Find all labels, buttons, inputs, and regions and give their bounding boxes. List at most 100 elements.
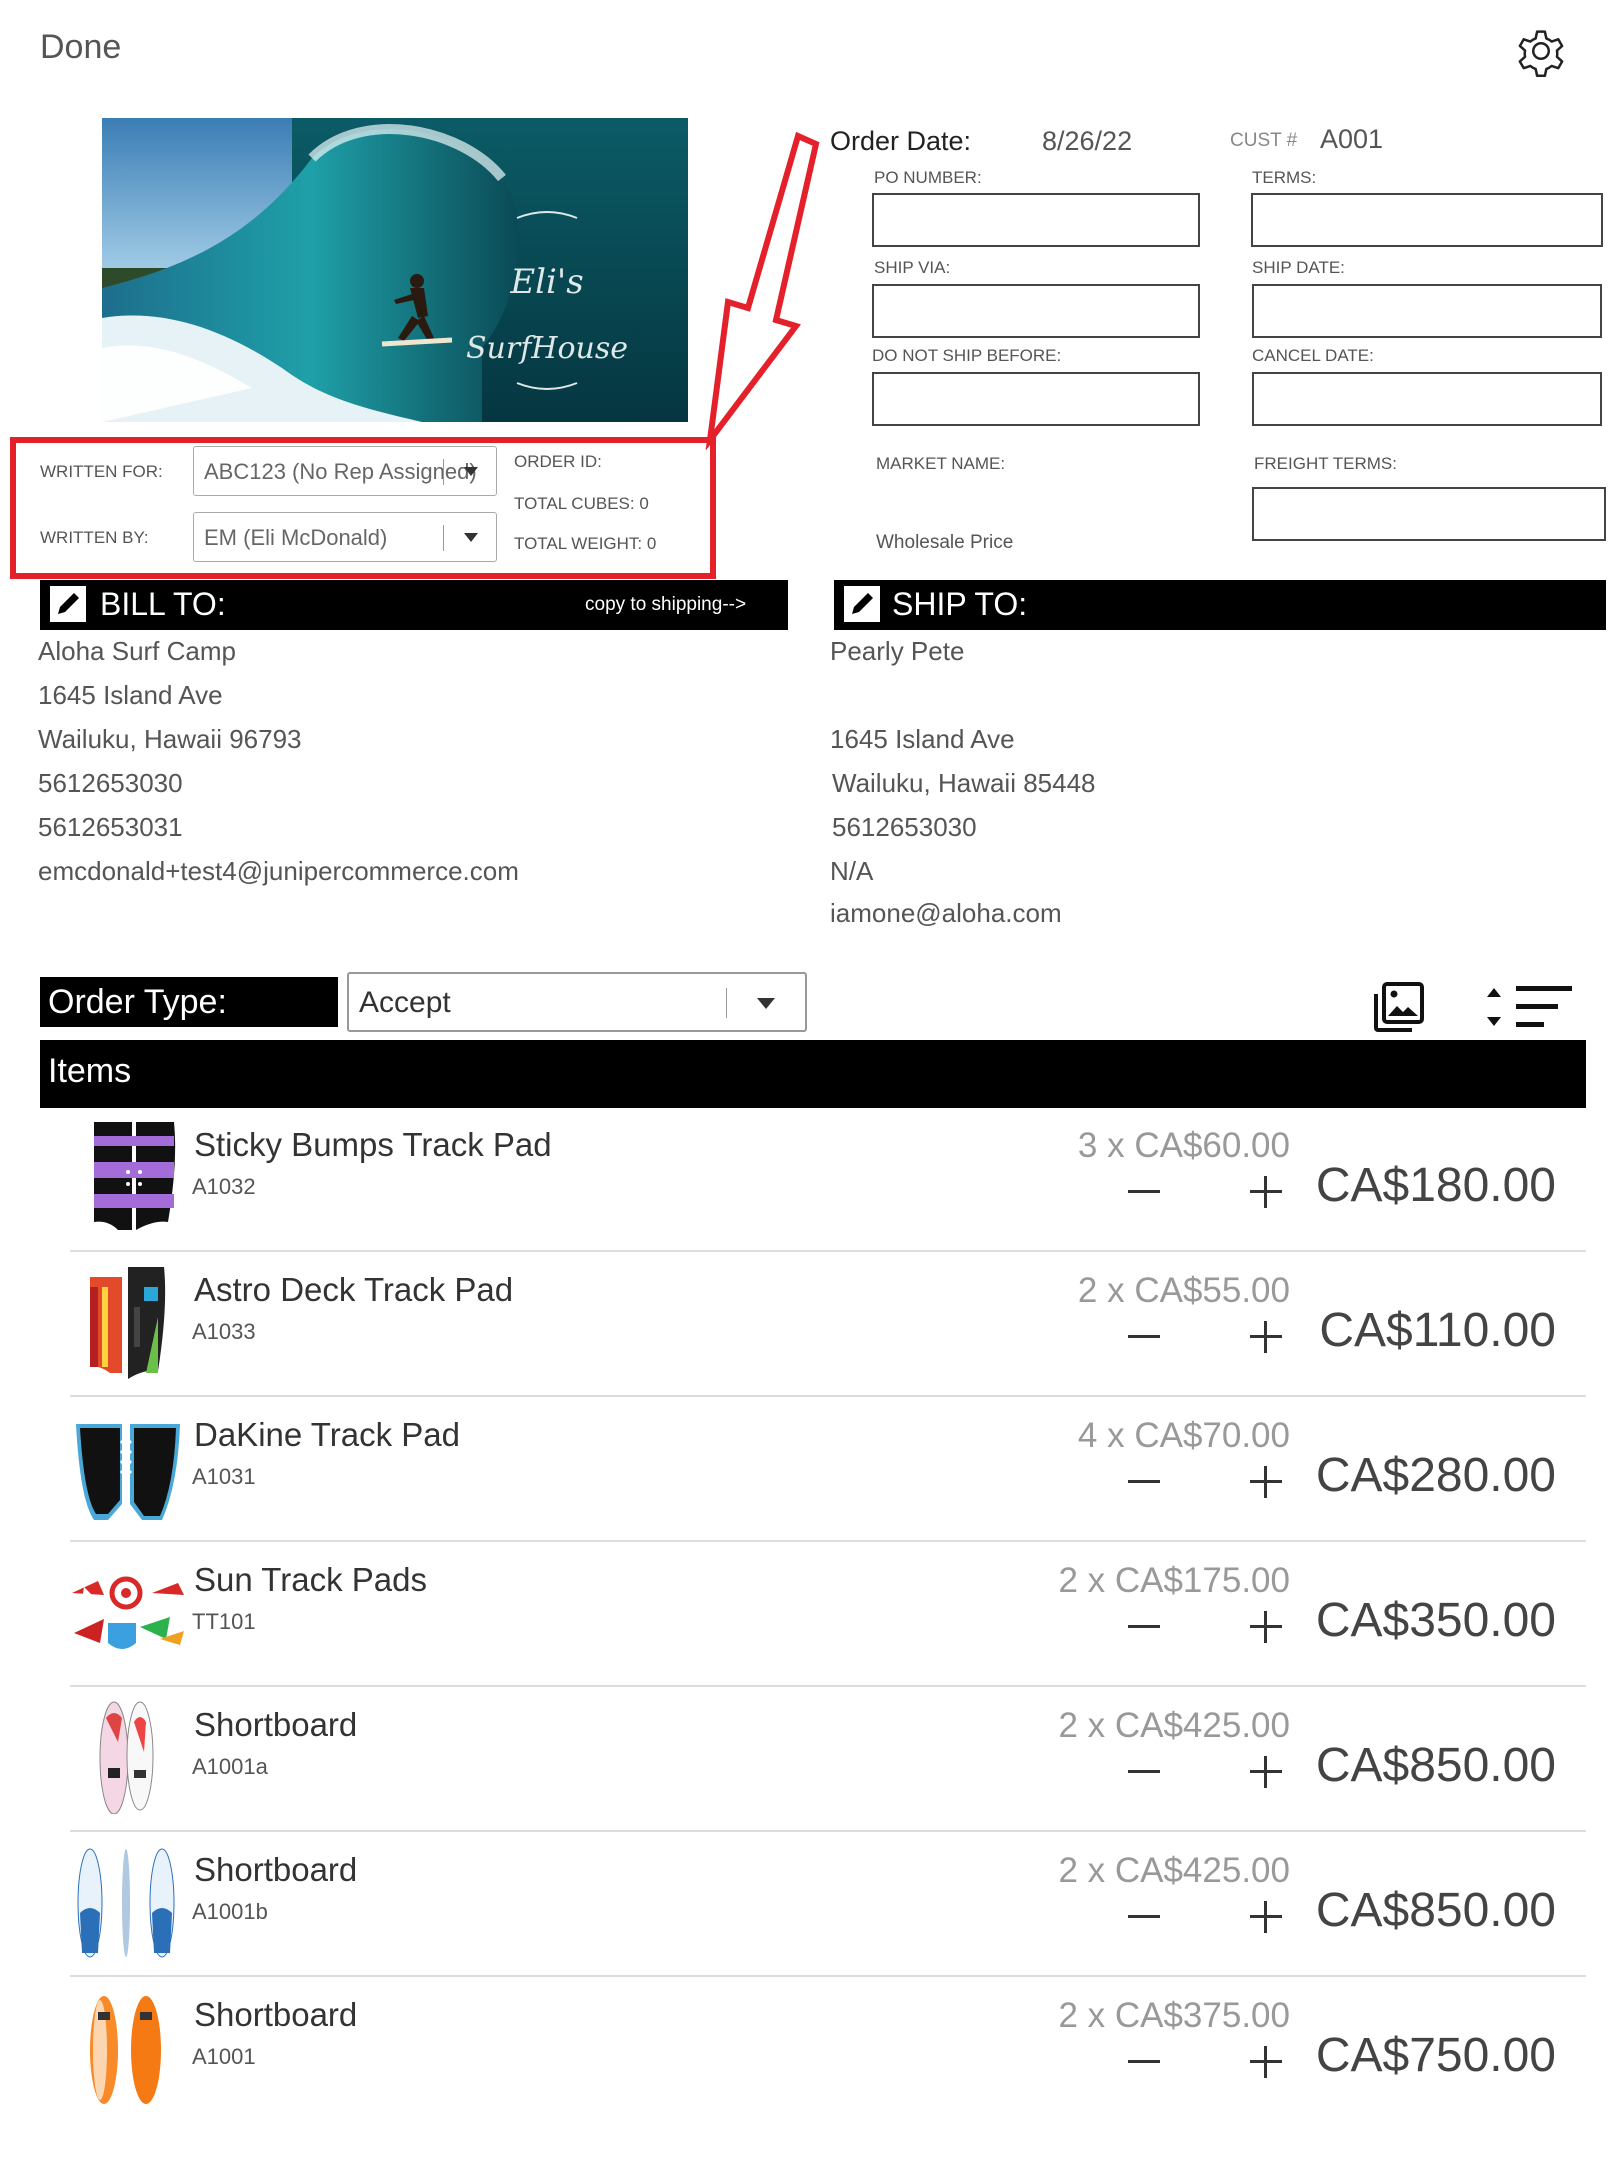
- decrement-button[interactable]: [1128, 2060, 1160, 2063]
- terms-field[interactable]: [1251, 193, 1603, 247]
- increment-button[interactable]: [1250, 1176, 1282, 1208]
- item-qty-price: 2 x CA$175.00: [1058, 1561, 1290, 1600]
- sort-icon[interactable]: [1486, 984, 1574, 1030]
- increment-button[interactable]: [1250, 1611, 1282, 1643]
- written-for-label: WRITTEN FOR:: [40, 462, 163, 481]
- item-total: CA$850.00: [1315, 1884, 1556, 1937]
- market-name-label: MARKET NAME:: [876, 454, 1006, 473]
- product-image: [90, 1996, 161, 2104]
- item-sku: A1001: [192, 2044, 256, 2069]
- written-for-select[interactable]: ABC123 (No Rep Assigned): [193, 446, 497, 496]
- item-sku: A1031: [192, 1464, 256, 1489]
- po-number-field[interactable]: [872, 193, 1200, 247]
- list-item[interactable]: Shortboard A1001a 2 x CA$425.00 CA$850.0…: [70, 1688, 1586, 1832]
- item-total: CA$280.00: [1315, 1449, 1556, 1502]
- cancel-date-field[interactable]: [1252, 372, 1602, 426]
- bill-to-city: Wailuku, Hawaii 96793: [38, 724, 302, 754]
- item-sku: A1033: [192, 1319, 256, 1344]
- increment-button[interactable]: [1250, 1321, 1282, 1353]
- product-image: [99, 1701, 154, 1814]
- decrement-button[interactable]: [1128, 1480, 1160, 1483]
- items-header: Items: [40, 1040, 1586, 1108]
- product-image: [76, 1424, 180, 1520]
- cancel-date-label: CANCEL DATE:: [1252, 346, 1374, 365]
- chevron-down-icon: [464, 533, 478, 542]
- item-name: Astro Deck Track Pad: [194, 1271, 514, 1308]
- annotation-arrow: [705, 131, 820, 450]
- item-qty-price: 4 x CA$70.00: [1077, 1416, 1290, 1455]
- order-date-value[interactable]: 8/26/22: [1042, 126, 1132, 157]
- do-not-ship-before-label: DO NOT SHIP BEFORE:: [872, 346, 1062, 365]
- increment-button[interactable]: [1250, 1466, 1282, 1498]
- list-item[interactable]: Shortboard A1001b 2 x CA$425.00 CA$850.0…: [70, 1833, 1586, 1977]
- order-type-label-text: Order Type:: [48, 983, 227, 1021]
- decrement-button[interactable]: [1128, 1335, 1160, 1338]
- copy-to-shipping-link[interactable]: copy to shipping-->: [585, 594, 746, 616]
- gallery-icon[interactable]: [1372, 980, 1426, 1034]
- item-total: CA$180.00: [1315, 1159, 1556, 1212]
- freight-terms-field[interactable]: [1252, 487, 1606, 541]
- terms-label: TERMS:: [1252, 168, 1317, 187]
- ship-date-field[interactable]: [1252, 284, 1602, 338]
- item-qty-price: 2 x CA$55.00: [1077, 1271, 1290, 1310]
- logo-text-line2: SurfHouse: [466, 331, 628, 366]
- written-by-label: WRITTEN BY:: [40, 528, 149, 547]
- increment-button[interactable]: [1250, 2046, 1282, 2078]
- list-item[interactable]: Sun Track Pads TT101 2 x CA$175.00 CA$35…: [70, 1543, 1586, 1687]
- gear-icon[interactable]: [1510, 20, 1572, 82]
- order-id-label: ORDER ID:: [514, 452, 602, 471]
- decrement-button[interactable]: [1128, 1625, 1160, 1628]
- ship-via-label: SHIP VIA:: [874, 258, 951, 277]
- written-by-value: EM (Eli McDonald): [204, 525, 388, 550]
- edit-icon[interactable]: [50, 586, 86, 622]
- item-total: CA$750.00: [1315, 2029, 1556, 2082]
- items-title: Items: [48, 1052, 132, 1090]
- increment-button[interactable]: [1250, 1756, 1282, 1788]
- total-weight: TOTAL WEIGHT: 0: [514, 534, 657, 553]
- ship-to-name: Pearly Pete: [830, 636, 965, 666]
- ship-via-field[interactable]: [872, 284, 1200, 338]
- item-qty-price: 2 x CA$425.00: [1058, 1706, 1290, 1745]
- logo-text-line1: Eli's: [509, 262, 583, 302]
- bill-to-name: Aloha Surf Camp: [38, 636, 236, 666]
- list-item[interactable]: DaKine Track Pad A1031 4 x CA$70.00 CA$2…: [70, 1398, 1586, 1542]
- item-sku: TT101: [192, 1609, 256, 1634]
- bill-to-title: BILL TO:: [100, 586, 226, 622]
- item-qty-price: 3 x CA$60.00: [1077, 1126, 1290, 1165]
- do-not-ship-before-field[interactable]: [872, 372, 1200, 426]
- freight-terms-label: FREIGHT TERMS:: [1254, 454, 1397, 473]
- list-item[interactable]: Sticky Bumps Track Pad A1032 3 x CA$60.0…: [70, 1108, 1586, 1252]
- decrement-button[interactable]: [1128, 1190, 1160, 1193]
- ship-to-phone: 5612653030: [832, 812, 977, 842]
- total-cubes: TOTAL CUBES: 0: [514, 494, 649, 513]
- ship-to-street: 1645 Island Ave: [830, 724, 1015, 754]
- product-image: [72, 1576, 184, 1649]
- done-button[interactable]: Done: [40, 28, 121, 67]
- item-name: Sticky Bumps Track Pad: [194, 1126, 552, 1163]
- item-qty-price: 2 x CA$375.00: [1058, 1996, 1290, 2035]
- po-number-label: PO NUMBER:: [874, 168, 982, 187]
- cust-number-label: CUST #: [1230, 130, 1298, 151]
- edit-icon[interactable]: [844, 586, 880, 622]
- item-name: DaKine Track Pad: [194, 1416, 460, 1453]
- item-name: Shortboard: [194, 1996, 358, 2033]
- list-item[interactable]: Shortboard A1001 2 x CA$375.00 CA$750.00: [70, 1978, 1586, 2122]
- list-item[interactable]: Astro Deck Track Pad A1033 2 x CA$55.00 …: [70, 1253, 1586, 1397]
- bill-to-phone: 5612653030: [38, 768, 183, 798]
- item-name: Shortboard: [194, 1706, 358, 1743]
- chevron-down-icon: [464, 467, 478, 476]
- chevron-down-icon: [757, 998, 775, 1009]
- ship-to-title: SHIP TO:: [892, 586, 1028, 622]
- order-type-label: Order Type:: [40, 977, 338, 1027]
- decrement-button[interactable]: [1128, 1915, 1160, 1918]
- item-sku: A1001a: [192, 1754, 268, 1779]
- decrement-button[interactable]: [1128, 1770, 1160, 1773]
- ship-date-label: SHIP DATE:: [1252, 258, 1345, 277]
- item-name: Shortboard: [194, 1851, 358, 1888]
- ship-to-email: iamone@aloha.com: [830, 898, 1062, 928]
- order-type-select[interactable]: Accept: [347, 972, 807, 1032]
- item-name: Sun Track Pads: [194, 1561, 427, 1598]
- ship-to-header: SHIP TO:: [834, 580, 1606, 630]
- written-by-select[interactable]: EM (Eli McDonald): [193, 512, 497, 562]
- increment-button[interactable]: [1250, 1901, 1282, 1933]
